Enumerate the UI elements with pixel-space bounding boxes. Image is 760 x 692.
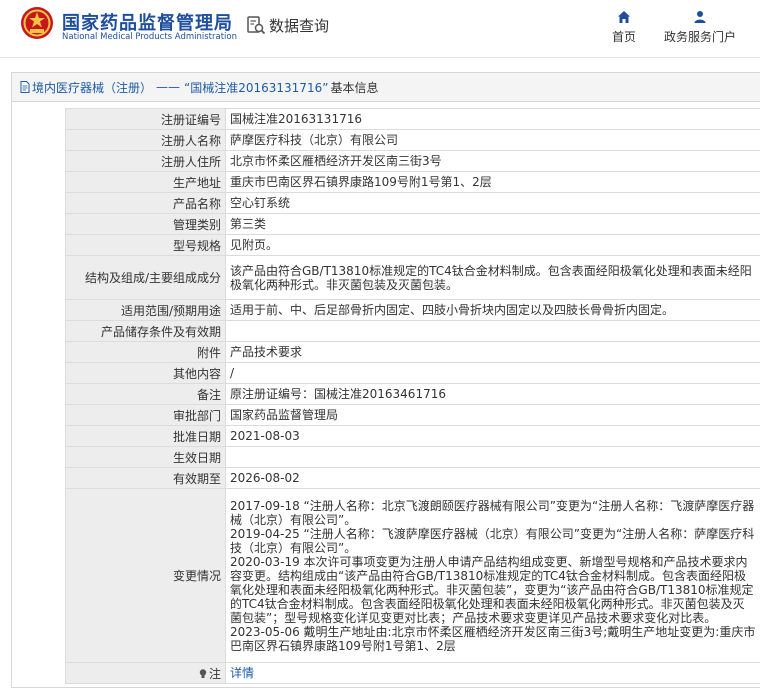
lightbulb-icon [199,668,207,678]
field-label: 审批部门 [65,404,226,426]
registration-info-table: 注册证编号 国械注准20163131716 注册人名称 萨摩医疗科技（北京）有限公司… [65,108,760,684]
details-link[interactable]: 详情 [230,666,254,680]
national-emblem-icon [21,7,53,39]
breadcrumb-separator: —— [156,80,181,94]
field-label: 生效日期 [65,446,226,468]
table-row: 管理类别 第三类 [65,213,760,235]
table-row: 变更情况 2017-09-18 “注册人名称：北京飞渡朗颐医疗器械有限公司”变更为… [65,488,760,663]
note-label: 注 [208,666,221,681]
nav-home[interactable]: 首页 [606,10,642,45]
data-query-button[interactable]: 数据查询 [246,13,329,37]
field-value: 国家药品监督管理局 [225,404,760,426]
document-icon [20,81,30,93]
change-history-entry: 2019-04-25 “注册人名称：飞渡萨摩医疗器械（北京）有限公司”变更为“注… [230,526,755,555]
field-value: 2021-08-03 [225,425,760,447]
field-value: 2017-09-18 “注册人名称：北京飞渡朗颐医疗器械有限公司”变更为“注册人… [225,488,760,663]
field-label: 备注 [65,383,226,405]
structure-composition-text: 该产品由符合GB/T13810标准规定的TC4钛合金材料制成。包含表面经阳极氧化… [230,263,752,292]
field-label: 型号规格 [65,234,226,256]
field-value: 2026-08-02 [225,467,760,489]
user-icon [694,11,706,23]
field-value: 第三类 [225,213,760,235]
table-row: 注册人住所 北京市怀柔区雁栖经济开发区南三街3号 [65,150,760,172]
field-value: 见附页。 [225,234,760,256]
table-row: 批准日期 2021-08-03 [65,425,760,447]
field-label: 注 [65,662,226,684]
change-history-entry: 2017-09-18 “注册人名称：北京飞渡朗颐医疗器械有限公司”变更为“注册人… [230,498,755,527]
table-row: 适用范围/预期用途 适用于前、中、后足部骨折内固定、四肢小骨折块内固定以及四肢长骨… [65,299,760,321]
field-label: 有效期至 [65,467,226,489]
field-label: 产品名称 [65,192,226,214]
field-label: 注册人名称 [65,129,226,151]
table-row: 结构及组成/主要组成成分 该产品由符合GB/T13810标准规定的TC4钛合金材料… [65,255,760,300]
nav-service-portal[interactable]: 政务服务门户 [658,10,742,45]
table-row: 附件 产品技术要求 [65,341,760,363]
table-row: 生产地址 重庆市巴南区界石镇界康路109号附1号第1、2层 [65,171,760,193]
table-row: 有效期至 2026-08-02 [65,467,760,489]
field-label: 注册人住所 [65,150,226,172]
field-value: 空心钉系统 [225,192,760,214]
field-value: 北京市怀柔区雁栖经济开发区南三街3号 [225,150,760,172]
home-icon [618,11,630,23]
change-history-entry: 2023-05-06 戴明生产地址由:北京市怀柔区雁栖经济开发区南三街3号;戴明… [230,624,756,653]
search-document-icon [247,16,266,35]
field-label: 注册证编号 [65,108,226,130]
table-row: 型号规格 见附页。 [65,234,760,256]
field-label: 管理类别 [65,213,226,235]
data-query-label: 数据查询 [269,16,330,35]
breadcrumb-section-link[interactable]: 境内医疗器械（注册） [32,79,152,96]
breadcrumb-record-title: “国械注准20163131716” [184,80,329,95]
table-row: 注册证编号 国械注准20163131716 [65,108,760,130]
table-row: 产品名称 空心钉系统 [65,192,760,214]
site-subtitle: National Medical Products Administration [62,32,237,42]
field-value: 原注册证编号：国械注准20163461716 [225,383,760,405]
field-value: 国械注准20163131716 [225,108,760,130]
field-value: / [225,362,760,384]
change-history-text: 2017-09-18 “注册人名称：北京飞渡朗颐医疗器械有限公司”变更为“注册人… [230,497,756,655]
field-label: 生产地址 [65,171,226,193]
field-label: 附件 [65,341,226,363]
field-label: 其他内容 [65,362,226,384]
table-row: 注 详情 [65,662,760,684]
table-row: 生效日期 [65,446,760,468]
nav-service-portal-label: 政务服务门户 [663,30,736,44]
table-row: 审批部门 国家药品监督管理局 [65,404,760,426]
field-label: 批准日期 [65,425,226,447]
field-label: 结构及组成/主要组成成分 [65,255,226,300]
field-value: 该产品由符合GB/T13810标准规定的TC4钛合金材料制成。包含表面经阳极氧化… [225,255,760,300]
site-header: 国家药品监督管理局 National Medical Products Admi… [0,0,760,58]
field-value: 萨摩医疗科技（北京）有限公司 [225,129,760,151]
nav-home-label: 首页 [611,30,636,44]
breadcrumb: 境内医疗器械（注册） —— “国械注准20163131716” 基本信息 [12,73,760,102]
table-row: 注册人名称 萨摩医疗科技（北京）有限公司 [65,129,760,151]
field-value: 重庆市巴南区界石镇界康路109号附1号第1、2层 [225,171,760,193]
field-value: 详情 [225,662,760,684]
table-row: 产品储存条件及有效期 [65,320,760,342]
field-value: 产品技术要求 [225,341,760,363]
table-row: 备注 原注册证编号：国械注准20163461716 [65,383,760,405]
change-history-entry: 2020-03-19 本次许可事项变更为注册人申请产品结构组成变更、新增型号规格… [230,554,754,625]
record-panel: 境内医疗器械（注册） —— “国械注准20163131716” 基本信息 注册证… [11,72,760,688]
field-label: 变更情况 [65,488,226,663]
field-value: 适用于前、中、后足部骨折内固定、四肢小骨折块内固定以及四肢长骨骨折内固定。 [225,299,760,321]
field-value [225,446,760,468]
field-label: 产品储存条件及有效期 [65,320,226,342]
table-row: 其他内容 / [65,362,760,384]
field-value [225,320,760,342]
breadcrumb-suffix: 基本信息 [330,80,379,95]
field-label: 适用范围/预期用途 [65,299,226,321]
